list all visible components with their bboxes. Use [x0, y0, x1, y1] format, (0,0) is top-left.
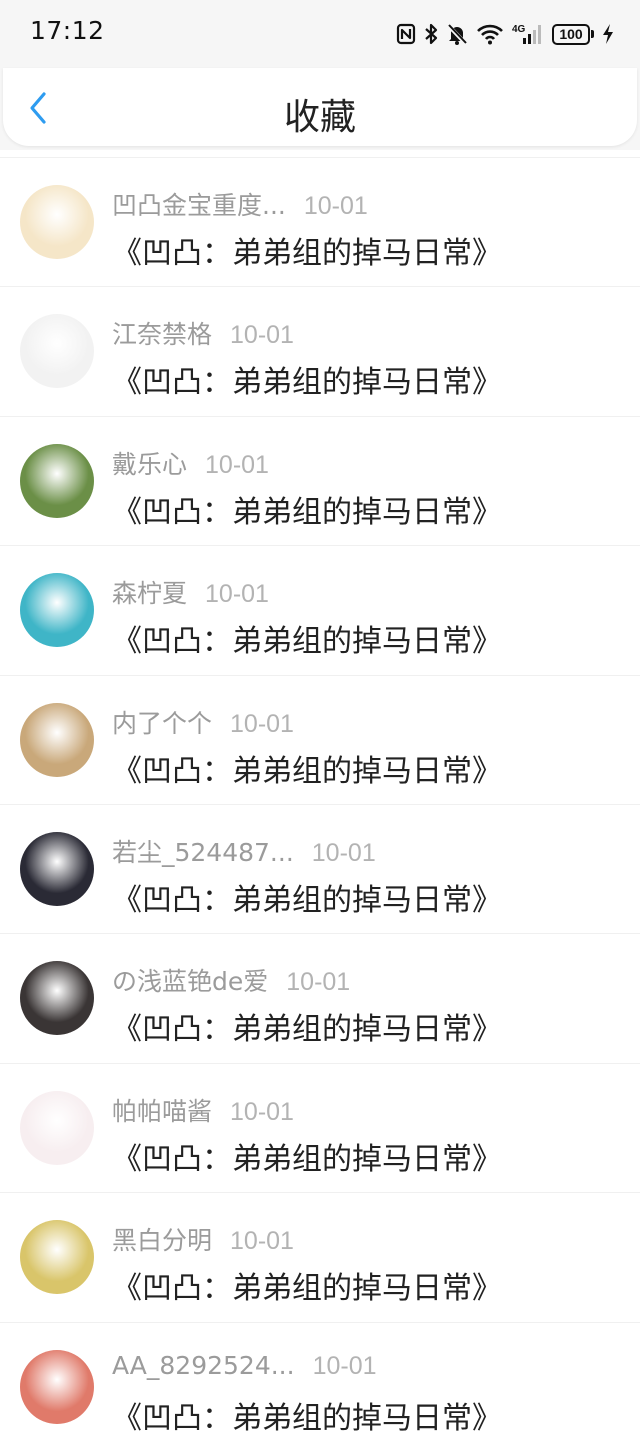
item-meta: AA_8292524... 10-01 [112, 1351, 377, 1381]
avatar[interactable] [20, 185, 94, 259]
username[interactable]: 凹凸金宝重度... [112, 191, 286, 220]
item-meta: 黑白分明 10-01 [112, 1221, 294, 1257]
svg-text:4G: 4G [512, 24, 526, 35]
signal-4g-icon: 4G [512, 22, 544, 46]
item-content[interactable]: 《凹凸：弟弟组的掉马日常》 [112, 616, 502, 660]
avatar[interactable] [20, 1090, 94, 1165]
item-content[interactable]: 《凹凸：弟弟组的掉马日常》 [112, 228, 502, 272]
battery-level: 100 [552, 23, 590, 45]
item-content[interactable]: 《凹凸：弟弟组的掉马日常》 [112, 1263, 502, 1307]
item-date: 10-01 [205, 580, 269, 609]
favorites-list: 凹凸金宝重度... 10-01 《凹凸：弟弟组的掉马日常》 江奈禁格 10-01 《凹凸：… [0, 157, 640, 1451]
list-item[interactable]: 内了个个 10-01 《凹凸：弟弟组的掉马日常》 [0, 674, 640, 804]
status-time: 17:12 [30, 16, 105, 45]
item-content[interactable]: 《凹凸：弟弟组的掉马日常》 [112, 487, 502, 531]
charging-icon [602, 23, 614, 45]
username[interactable]: 黑白分明 [112, 1226, 212, 1255]
username[interactable]: の浅蓝铯de爱 [112, 967, 268, 996]
avatar[interactable] [20, 831, 94, 906]
item-meta: 凹凸金宝重度... 10-01 [112, 186, 368, 222]
item-date: 10-01 [230, 1227, 294, 1256]
battery-icon: 100 [552, 23, 594, 45]
list-item[interactable]: 戴乐心 10-01 《凹凸：弟弟组的掉马日常》 [0, 415, 640, 545]
item-meta: 戴乐心 10-01 [112, 445, 269, 481]
item-content[interactable]: 《凹凸：弟弟组的掉马日常》 [112, 746, 502, 790]
avatar[interactable] [20, 314, 94, 389]
item-date: 10-01 [286, 968, 351, 997]
avatar[interactable] [20, 443, 94, 518]
avatar[interactable] [20, 1349, 94, 1424]
list-item[interactable]: 森柠夏 10-01 《凹凸：弟弟组的掉马日常》 [0, 545, 640, 674]
item-content[interactable]: 《凹凸：弟弟组的掉马日常》 [112, 1134, 502, 1178]
item-date: 10-01 [230, 709, 294, 738]
username[interactable]: 戴乐心 [112, 450, 187, 479]
item-meta: の浅蓝铯de爱 10-01 [112, 962, 350, 998]
item-meta: 帕帕喵酱 10-01 [112, 1092, 294, 1128]
list-item[interactable]: AA_8292524... 10-01 《凹凸：弟弟组的掉马日常》 [0, 1321, 640, 1451]
item-content[interactable]: 《凹凸：弟弟组的掉马日常》 [112, 357, 502, 401]
item-date: 10-01 [312, 1351, 377, 1380]
item-date: 10-01 [205, 450, 269, 479]
mute-icon [446, 23, 468, 45]
username[interactable]: AA_8292524... [112, 1351, 295, 1380]
status-icons: 4G 100 [396, 19, 614, 49]
list-item[interactable]: の浅蓝铯de爱 10-01 《凹凸：弟弟组的掉马日常》 [0, 933, 640, 1062]
item-content[interactable]: 《凹凸：弟弟组的掉马日常》 [112, 1393, 502, 1437]
item-date: 10-01 [230, 1097, 294, 1126]
item-meta: 内了个个 10-01 [112, 704, 294, 740]
item-date: 10-01 [303, 192, 368, 220]
username[interactable]: 森柠夏 [112, 579, 187, 608]
item-meta: 若尘_524487... 10-01 [112, 833, 376, 869]
avatar[interactable] [20, 1220, 94, 1295]
avatar[interactable] [20, 702, 94, 777]
username[interactable]: 帕帕喵酱 [112, 1097, 212, 1126]
nav-bar: 收藏 [3, 68, 637, 146]
list-item[interactable]: 江奈禁格 10-01 《凹凸：弟弟组的掉马日常》 [0, 286, 640, 415]
bluetooth-icon [424, 23, 438, 45]
item-content[interactable]: 《凹凸：弟弟组的掉马日常》 [112, 875, 502, 919]
status-bar: 17:12 4G 100 [0, 0, 640, 68]
item-meta: 江奈禁格 10-01 [112, 315, 294, 351]
page-title: 收藏 [283, 97, 356, 138]
item-date: 10-01 [311, 838, 376, 867]
username[interactable]: 内了个个 [112, 709, 212, 738]
username[interactable]: 若尘_524487... [112, 838, 294, 867]
item-content[interactable]: 《凹凸：弟弟组的掉马日常》 [112, 1004, 502, 1048]
list-item[interactable]: 若尘_524487... 10-01 《凹凸：弟弟组的掉马日常》 [0, 803, 640, 933]
list-item[interactable]: 黑白分明 10-01 《凹凸：弟弟组的掉马日常》 [0, 1192, 640, 1321]
username[interactable]: 江奈禁格 [112, 320, 212, 349]
list-item[interactable]: 帕帕喵酱 10-01 《凹凸：弟弟组的掉马日常》 [0, 1062, 640, 1192]
avatar[interactable] [20, 573, 94, 648]
avatar[interactable] [20, 961, 94, 1036]
item-date: 10-01 [230, 321, 294, 350]
item-meta: 森柠夏 10-01 [112, 574, 269, 610]
nfc-icon [396, 23, 416, 45]
wifi-icon [476, 23, 504, 45]
list-item[interactable]: 凹凸金宝重度... 10-01 《凹凸：弟弟组的掉马日常》 [0, 157, 640, 286]
